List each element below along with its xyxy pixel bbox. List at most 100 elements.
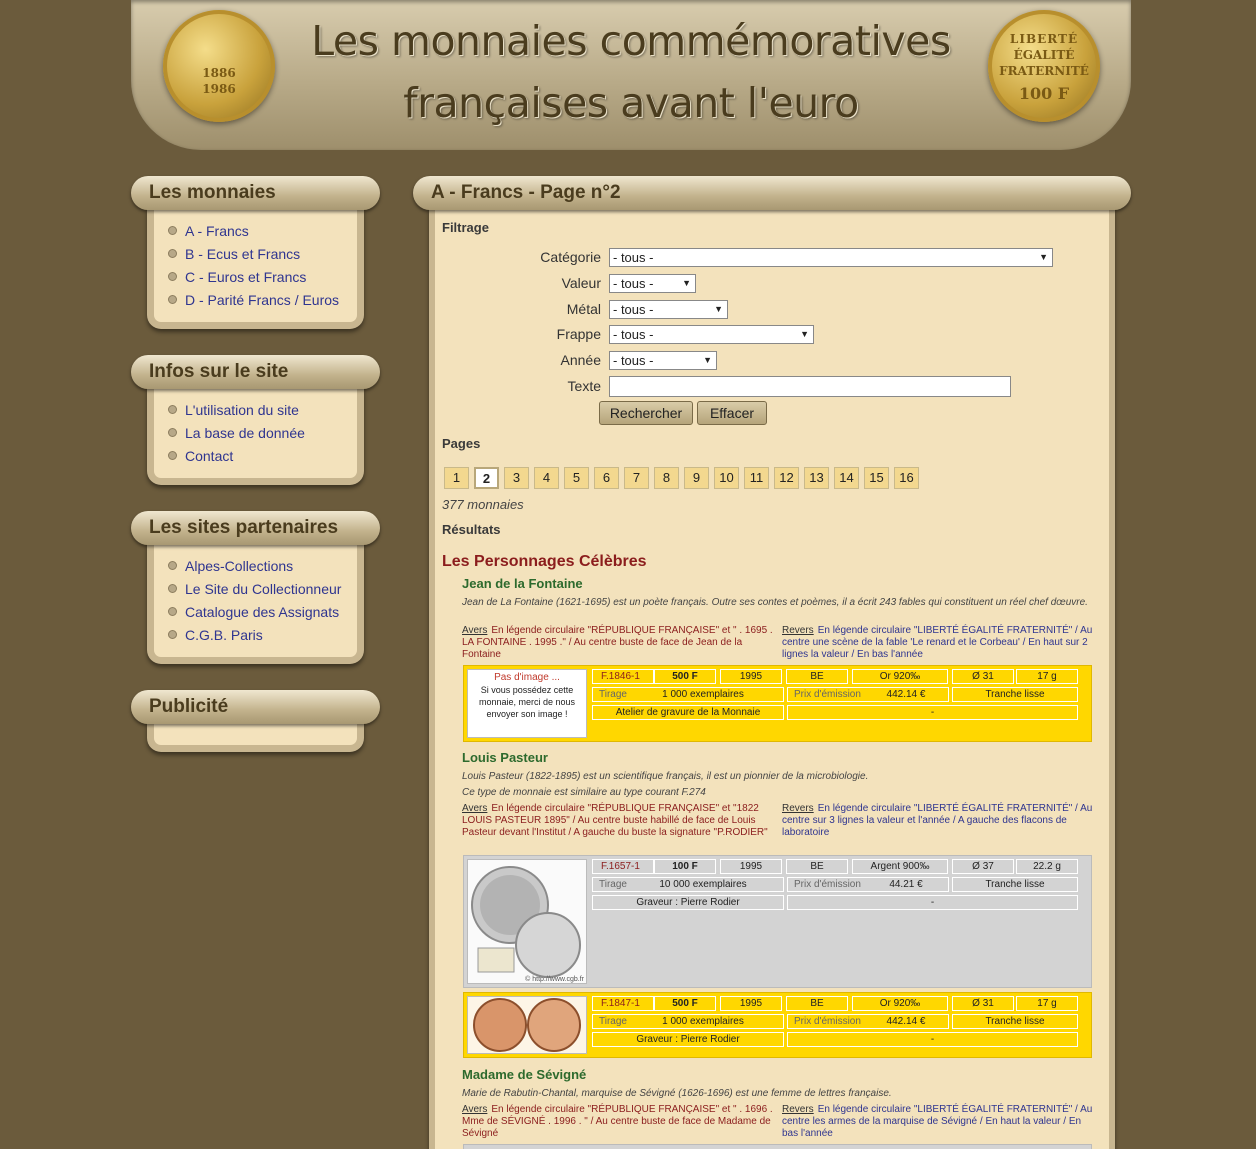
coin-variant-card (463, 1144, 1092, 1149)
page-link-7[interactable]: 7 (624, 467, 649, 489)
variant-metal: Argent 900‰ (852, 859, 948, 874)
box-publicite-title: Publicité (131, 690, 380, 724)
page-link-6[interactable]: 6 (594, 467, 619, 489)
prix-label: Prix d'émission (794, 689, 861, 700)
page-title: A - Francs - Page n°2 (413, 176, 1131, 210)
variant-prix: Prix d'émission 44.21 € (787, 877, 949, 892)
nav-link-b-ecus-francs[interactable]: B - Ecus et Francs (168, 243, 357, 266)
variant-reference[interactable]: F.1657-1 (592, 859, 654, 874)
variant-tirage: Tirage 1 000 exemplaires (592, 687, 784, 702)
clear-button[interactable]: Effacer (697, 401, 767, 425)
variant-value: 500 F (654, 996, 716, 1011)
section-resultats: Résultats (442, 522, 1108, 537)
filter-texte-input[interactable] (609, 375, 1011, 397)
no-image-text: Si vous possédez cette monnaie, merci de… (478, 685, 576, 719)
avers-text: En légende circulaire "RÉPUBLIQUE FRANÇA… (462, 625, 773, 660)
statue-of-liberty-coin-image: 1886 1986 (163, 10, 275, 122)
filter-frappe-label: Frappe (556, 326, 601, 342)
variant-reference[interactable]: F.1846-1 (592, 669, 654, 684)
filter-frappe-select[interactable]: - tous - (609, 324, 814, 344)
avers-text: En légende circulaire "RÉPUBLIQUE FRANÇA… (462, 1104, 773, 1139)
no-image-title: Pas d'image ... (494, 672, 560, 683)
variant-prix: Prix d'émission 442.14 € (787, 687, 949, 702)
variant-year: 1995 (720, 859, 782, 874)
coin-right-value: 100 F (1018, 84, 1070, 103)
filter-categorie-select[interactable]: - tous - (609, 247, 1053, 267)
box-infos-list: L'utilisation du site La base de donnée … (147, 387, 364, 485)
nav-link-base-donnee[interactable]: La base de donnée (168, 422, 357, 445)
partner-link-collectionneur[interactable]: Le Site du Collectionneur (168, 578, 357, 601)
prix-label: Prix d'émission (794, 1016, 861, 1027)
filter-annee-row: Année - tous - (515, 350, 717, 370)
nav-link-c-euros-francs[interactable]: C - Euros et Francs (168, 266, 357, 289)
page-link-2-current[interactable]: 2 (474, 467, 499, 489)
partner-link-assignats[interactable]: Catalogue des Assignats (168, 601, 357, 624)
coin-name[interactable]: Louis Pasteur (462, 750, 548, 765)
box-infos-title: Infos sur le site (131, 355, 380, 389)
coin-photo[interactable]: © http://www.cgb.fr (467, 859, 587, 984)
variant-tranche: Tranche lisse (952, 687, 1078, 702)
search-button[interactable]: Rechercher (599, 401, 693, 425)
page-link-16[interactable]: 16 (894, 467, 919, 489)
site-title-line-2: françaises avant l'euro (403, 79, 859, 127)
filter-annee-select[interactable]: - tous - (609, 350, 717, 370)
coin-photo[interactable] (467, 996, 587, 1054)
page-link-12[interactable]: 12 (774, 467, 799, 489)
page-link-10[interactable]: 10 (714, 467, 739, 489)
category-heading: Les Personnages Célèbres (442, 553, 647, 570)
page-link-15[interactable]: 15 (864, 467, 889, 489)
filter-valeur-select[interactable]: - tous - (609, 273, 696, 293)
revers-text: En légende circulaire "LIBERTÉ ÉGALITÉ F… (782, 625, 1093, 660)
page-link-11[interactable]: 11 (744, 467, 769, 489)
revers-label: Revers (782, 1104, 814, 1115)
liberte-coin-image: LIBERTÉ ÉGALITÉ FRATERNITÉ 100 F (988, 10, 1100, 122)
variant-other: - (787, 705, 1078, 720)
page-link-8[interactable]: 8 (654, 467, 679, 489)
coin-left-year-1: 1886 (202, 66, 236, 80)
page-link-13[interactable]: 13 (804, 467, 829, 489)
avers-text: En légende circulaire "RÉPUBLIQUE FRANÇA… (462, 803, 768, 838)
page-link-14[interactable]: 14 (834, 467, 859, 489)
tirage-label: Tirage (599, 689, 627, 700)
nav-link-a-francs[interactable]: A - Francs (168, 220, 357, 243)
filter-valeur-row: Valeur - tous - (515, 273, 696, 293)
coin-reverse-shape (515, 912, 581, 978)
variant-strike: BE (786, 859, 848, 874)
variant-year: 1995 (720, 996, 782, 1011)
page-link-3[interactable]: 3 (504, 467, 529, 489)
coin-name[interactable]: Jean de la Fontaine (462, 576, 583, 591)
tirage-label: Tirage (599, 1016, 627, 1027)
variant-tranche: Tranche lisse (952, 877, 1078, 892)
tirage-value: 1 000 exemplaires (662, 689, 744, 700)
site-title-line-1: Les monnaies commémoratives (311, 17, 951, 65)
coin-revers: Revers En légende circulaire "LIBERTÉ ÉGA… (782, 803, 1094, 839)
page-link-9[interactable]: 9 (684, 467, 709, 489)
variant-reference[interactable]: F.1847-1 (592, 996, 654, 1011)
nav-link-utilisation[interactable]: L'utilisation du site (168, 399, 357, 422)
variant-other: - (787, 895, 1078, 910)
variant-diameter: Ø 31 (952, 996, 1014, 1011)
avers-label: Avers (462, 803, 488, 814)
section-filtrage: Filtrage (442, 220, 1108, 235)
tirage-value: 1 000 exemplaires (662, 1016, 744, 1027)
page-link-5[interactable]: 5 (564, 467, 589, 489)
partner-link-alpes[interactable]: Alpes-Collections (168, 555, 357, 578)
coin-avers: Avers En légende circulaire "RÉPUBLIQUE F… (462, 803, 774, 839)
variant-metal: Or 920‰ (852, 996, 948, 1011)
coin-variant-card: Pas d'image ... Si vous possédez cette m… (463, 665, 1092, 742)
gold-coin-reverse-shape (527, 998, 581, 1052)
page-link-1[interactable]: 1 (444, 467, 469, 489)
page-link-4[interactable]: 4 (534, 467, 559, 489)
variant-metal: Or 920‰ (852, 669, 948, 684)
box-infos: Infos sur le site L'utilisation du site … (131, 355, 380, 485)
resultats-heading: Résultats (442, 522, 501, 537)
filter-metal-select[interactable]: - tous - (609, 299, 728, 319)
coin-name[interactable]: Madame de Sévigné (462, 1067, 586, 1082)
partner-link-cgb[interactable]: C.G.B. Paris (168, 624, 357, 647)
site-title: Les monnaies commémoratives françaises a… (281, 10, 981, 134)
box-partenaires-list: Alpes-Collections Le Site du Collectionn… (147, 543, 364, 664)
variant-tirage: Tirage 10 000 exemplaires (592, 877, 784, 892)
nav-link-contact[interactable]: Contact (168, 445, 357, 468)
variant-weight: 22.2 g (1016, 859, 1078, 874)
nav-link-d-parite[interactable]: D - Parité Francs / Euros (168, 289, 357, 312)
